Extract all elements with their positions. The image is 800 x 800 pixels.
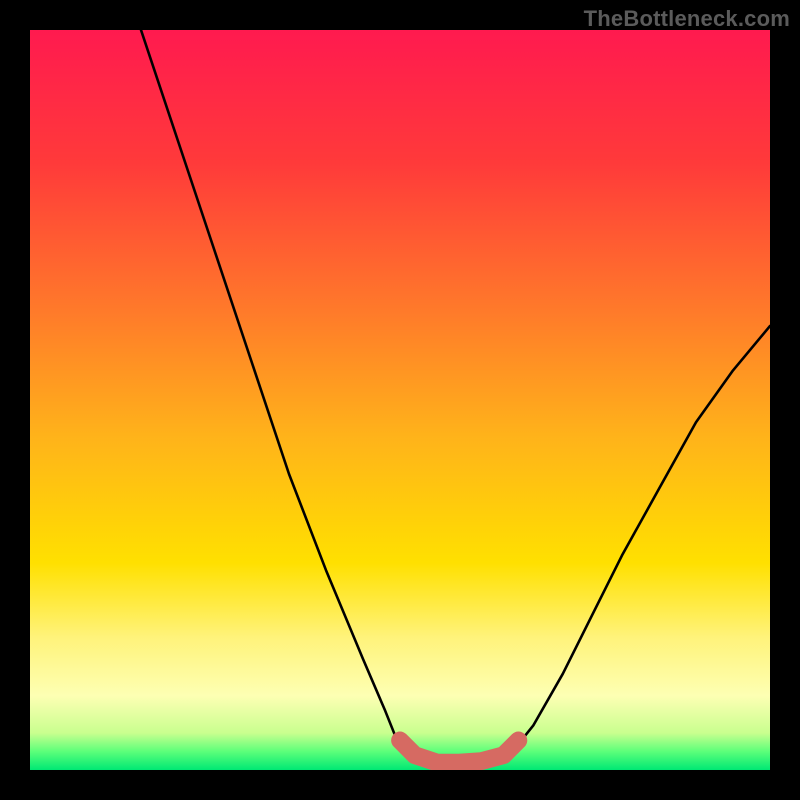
- watermark-text: TheBottleneck.com: [584, 6, 790, 32]
- plot-area: [30, 30, 770, 770]
- curve-layer: [30, 30, 770, 770]
- optimal-region-highlight: [400, 740, 518, 762]
- chart-frame: TheBottleneck.com: [0, 0, 800, 800]
- bottleneck-curve: [141, 30, 770, 766]
